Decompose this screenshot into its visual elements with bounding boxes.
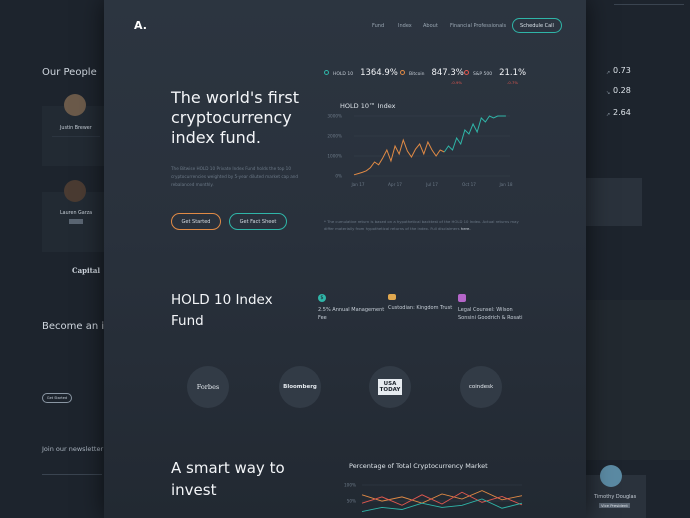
content-block [586, 300, 690, 460]
smart-way-title: A smart way to invest [171, 459, 285, 499]
ticker-sp500: S&P 500 21.1% [464, 68, 526, 78]
series-line [443, 115, 506, 153]
avatar [64, 180, 86, 202]
ticker-name: HOLD 10 [333, 72, 354, 77]
get-fact-sheet-button[interactable]: Get Fact Sheet [229, 213, 287, 230]
main-page: A. Fund Index About Financial Profession… [104, 0, 586, 518]
ticker-name: Bitcoin [409, 72, 425, 77]
arrow-up-icon: ↗ [606, 112, 611, 118]
press-forbes: Forbes [187, 366, 229, 408]
nav-link-index[interactable]: Index [398, 23, 412, 29]
press-coindesk: coindesk [460, 366, 502, 408]
newsletter-input[interactable] [42, 474, 102, 475]
our-people-heading: Our People [42, 67, 97, 78]
y-tick-label: 2000% [327, 134, 342, 139]
circle-icon [464, 70, 469, 75]
x-tick-label: Oct 17 [462, 182, 476, 187]
nav-link-fund[interactable]: Fund [372, 23, 384, 29]
person-card[interactable]: Lauren Garza [42, 180, 104, 252]
hero-description: The Bitwise HOLD 10 Private Index Fund h… [171, 166, 299, 187]
ticker-value: 1364.9% [360, 68, 398, 78]
role-badge [69, 219, 83, 224]
nav-link-about[interactable]: About [423, 23, 438, 29]
ticker-value: 21.1% [499, 68, 527, 78]
feature-text: Legal Counsel: Wilson Sonsini Goodrich &… [458, 307, 523, 321]
stat-value: 2.64 [613, 108, 631, 117]
divider [614, 4, 684, 5]
ticker-hold10: HOLD 10 1364.9% [324, 68, 398, 78]
image-block [586, 178, 642, 226]
x-tick-label: Jan 18 [498, 182, 512, 187]
feature-text: 2.5% Annual Management Fee [318, 307, 385, 321]
market-share-chart: 100% 50% [344, 483, 523, 513]
feature-custodian: Custodian: Kingdom Trust [388, 294, 458, 313]
person-card[interactable]: Justin Brewer [42, 94, 104, 166]
y-tick-label: 1000% [327, 154, 342, 159]
role-badge: Vice President [599, 503, 630, 508]
ticker-name: S&P 500 [473, 72, 493, 77]
y-tick-label: 0% [335, 174, 342, 179]
arrow-down-icon: ↘ [606, 90, 611, 96]
fund-title: HOLD 10 Index Fund [171, 292, 273, 329]
usatoday-logo: USA TODAY [378, 379, 402, 395]
x-tick-label: Apr 17 [388, 182, 402, 187]
ticker-change: -0.9% [451, 80, 463, 85]
logo[interactable]: A. [134, 19, 147, 32]
feature-fee: $ 2.5% Annual Management Fee [318, 294, 388, 322]
newsletter-text: Join our newsletter analysis from our re [42, 445, 104, 453]
arrow-up-icon: ↗ [606, 70, 611, 76]
left-background-page: Our People Justin Brewer Lauren Garza Ca… [0, 0, 104, 518]
document-icon [458, 294, 466, 302]
chart-footnote: * The cumulative return is based on a hy… [324, 219, 524, 232]
press-bloomberg: Bloomberg [279, 366, 321, 408]
become-investor-heading: Become an investor in the Index Fund [42, 321, 104, 332]
chart-title: HOLD 10™ Index [340, 102, 396, 110]
circle-icon [324, 70, 329, 75]
ticker-bitcoin: Bitcoin 847.3% [400, 68, 464, 78]
y-tick-label: 3000% [327, 114, 342, 119]
nav-link-financial-professionals[interactable]: Financial Professionals [450, 23, 506, 29]
person-name: Timothy Douglas [594, 494, 637, 500]
stat-value: 0.73 [613, 66, 631, 75]
person-bio [52, 136, 100, 148]
hero-title: The world's first cryptocurrency index f… [171, 88, 299, 147]
series-line [353, 138, 445, 176]
avatar [64, 94, 86, 116]
capital-logo: Capital [72, 266, 101, 275]
disclaimer-link[interactable]: here. [461, 226, 471, 231]
hold10-chart: 3000% 2000% 1000% 0% Jan 17 Apr 17 Jul 17 Oct 1… [327, 114, 513, 188]
right-background-page [586, 0, 690, 518]
get-started-button[interactable]: Get Started [42, 393, 72, 403]
person-name: Lauren Garza [60, 211, 93, 216]
schedule-call-button[interactable]: Schedule Call [512, 18, 562, 33]
feature-text: Custodian: Kingdom Trust [388, 305, 453, 311]
dollar-icon: $ [318, 294, 326, 302]
stat-value: 0.28 [613, 86, 631, 95]
ticker-change: -0.7% [507, 80, 519, 85]
y-tick-label: 100% [344, 483, 356, 488]
avatar [600, 465, 622, 487]
person-name: Justin Brewer [60, 126, 92, 131]
footnote-text: * The cumulative return is based on a hy… [324, 219, 519, 231]
y-tick-label: 50% [347, 499, 356, 504]
circle-icon [400, 70, 405, 75]
ticker-value: 847.3% [431, 68, 464, 78]
market-chart-title: Percentage of Total Cryptocurrency Marke… [349, 462, 488, 470]
x-tick-label: Jul 17 [425, 182, 438, 187]
series-line [361, 490, 523, 504]
card-icon [388, 294, 396, 300]
x-tick-label: Jan 17 [350, 182, 364, 187]
press-usatoday: USA TODAY [369, 366, 411, 408]
get-started-button[interactable]: Get Started [171, 213, 221, 230]
feature-legal: Legal Counsel: Wilson Sonsini Goodrich &… [458, 294, 528, 322]
